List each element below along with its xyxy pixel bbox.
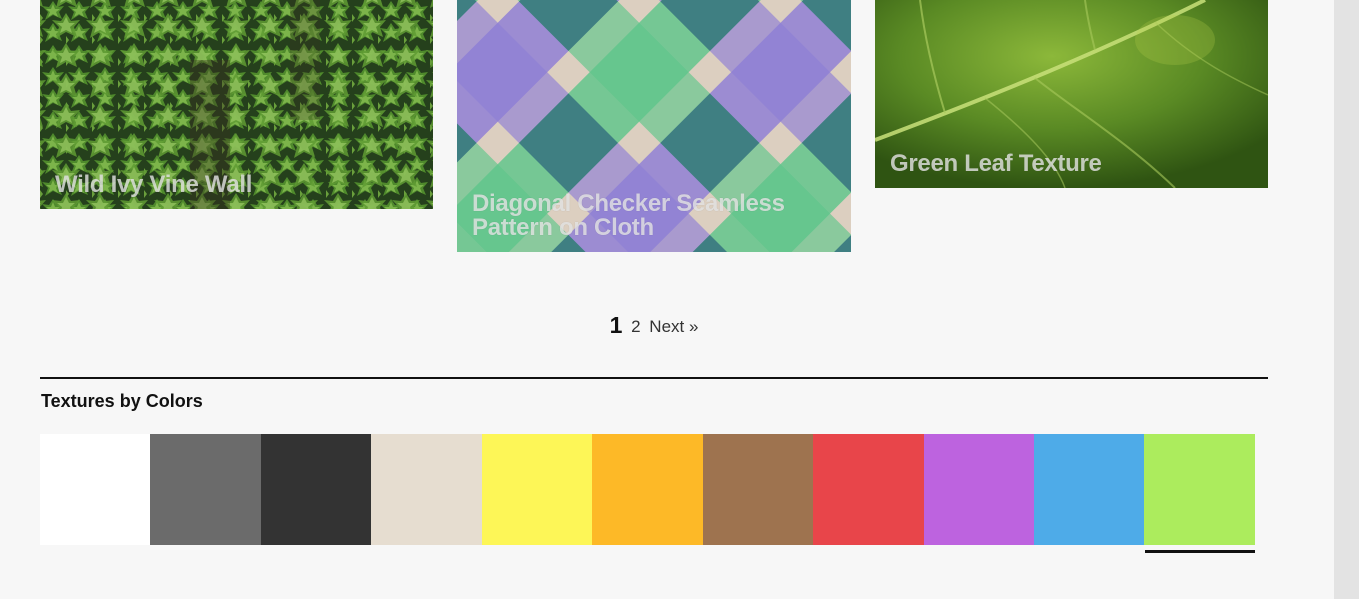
color-swatch-orange[interactable]: [592, 434, 703, 545]
color-swatch-gray[interactable]: [150, 434, 261, 545]
texture-card-leaf[interactable]: Green Leaf Texture: [875, 0, 1268, 188]
texture-card-ivy[interactable]: Wild Ivy Vine Wall: [40, 0, 433, 209]
color-swatch-beige[interactable]: [371, 434, 482, 545]
texture-card-checker[interactable]: Diagonal Checker Seamless Pattern on Clo…: [457, 0, 851, 252]
color-swatch-blue[interactable]: [1033, 434, 1145, 545]
color-swatch-black[interactable]: [260, 434, 372, 545]
color-swatch-white[interactable]: [40, 434, 151, 545]
section-divider: [40, 377, 1268, 379]
color-swatches: [40, 434, 1255, 545]
current-page: 1: [609, 312, 623, 338]
color-swatch-yellow[interactable]: [481, 434, 593, 545]
card-title[interactable]: Wild Ivy Vine Wall: [55, 173, 418, 197]
page-scrollbar[interactable]: [1334, 0, 1359, 599]
color-swatch-purple[interactable]: [923, 434, 1034, 545]
active-swatch-indicator: [1145, 550, 1255, 553]
page-2-link[interactable]: 2: [631, 317, 640, 336]
color-swatch-brown[interactable]: [702, 434, 814, 545]
next-page-link[interactable]: Next »: [649, 317, 698, 336]
section-title: Textures by Colors: [41, 391, 203, 411]
color-swatch-green[interactable]: [1144, 434, 1255, 545]
card-title[interactable]: Diagonal Checker Seamless Pattern on Clo…: [472, 192, 836, 240]
color-swatch-red[interactable]: [813, 434, 924, 545]
pagination: 1 2 Next »: [0, 312, 1308, 339]
card-title[interactable]: Green Leaf Texture: [890, 152, 1253, 176]
